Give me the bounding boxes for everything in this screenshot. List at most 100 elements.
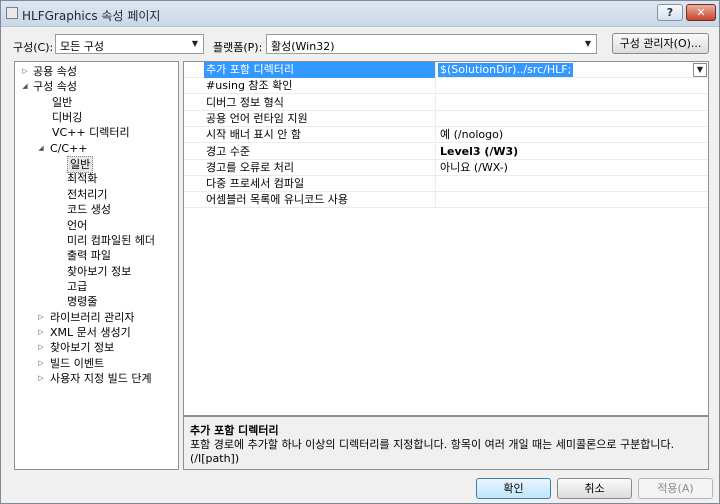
property-row[interactable]: 다중 프로세서 컴파일 (184, 176, 708, 193)
collapse-arrow-icon[interactable]: ◢ (21, 79, 29, 94)
title-bar[interactable]: HLFGraphics 속성 페이지 ? ✕ (1, 1, 719, 27)
tree-item[interactable]: 전처리기 (15, 187, 175, 202)
config-label: 구성(C): (13, 41, 54, 54)
tree-item-label: 전처리기 (67, 187, 108, 201)
tree-item-label: 명령줄 (67, 295, 98, 309)
property-name: 시작 배너 표시 안 함 (204, 127, 436, 144)
property-value (436, 95, 692, 111)
property-row[interactable]: 디버그 정보 형식 (184, 94, 708, 111)
property-value (436, 78, 692, 94)
property-row[interactable]: 추가 포함 디렉터리 $(SolutionDir)../src/HLF; ▼ (184, 62, 708, 78)
property-value (436, 192, 692, 208)
property-row[interactable]: #using 참조 확인 (184, 78, 708, 95)
tree-item-label: 언어 (67, 218, 88, 232)
property-row[interactable]: 시작 배너 표시 안 함 예 (/nologo) (184, 127, 708, 144)
tree-item[interactable]: VC++ 디렉터리 (15, 125, 175, 140)
property-value: 아니요 (/WX-) (440, 160, 508, 174)
tree-item-label: 코드 생성 (67, 203, 111, 217)
description-panel: 추가 포함 디렉터리 포함 경로에 추가할 하나 이상의 디렉터리를 지정합니다… (183, 416, 709, 470)
description-title: 추가 포함 디렉터리 (190, 424, 279, 437)
tree-item[interactable]: ▷ 사용자 지정 빌드 단계 (15, 371, 175, 386)
tree-item[interactable]: ▷ 공용 속성 (15, 64, 175, 79)
expand-arrow-icon[interactable]: ▷ (37, 340, 45, 355)
window-title: HLFGraphics 속성 페이지 (22, 9, 161, 23)
property-grid[interactable]: 추가 포함 디렉터리 $(SolutionDir)../src/HLF; ▼ #usi… (183, 61, 709, 416)
tree-item-label: 최적화 (67, 172, 98, 186)
property-row[interactable]: 경고를 오류로 처리 아니요 (/WX-) (184, 159, 708, 176)
help-button[interactable]: ? (657, 4, 683, 21)
property-pages-dialog: HLFGraphics 속성 페이지 ? ✕ 구성(C): 모든 구성 ▼ 플랫… (0, 0, 720, 504)
property-name: 어셈블러 목록에 유니코드 사용 (204, 192, 436, 209)
tree-item[interactable]: 출력 파일 (15, 248, 175, 263)
property-tree[interactable]: ▷ 공용 속성 ◢ 구성 속성 일반 디버깅 VC++ 디렉터리 ◢ C/C++ 일반 최적화 전처리… (14, 61, 179, 470)
property-row[interactable]: 공용 언어 런타임 지원 (184, 110, 708, 127)
property-name: 경고를 오류로 처리 (204, 159, 436, 176)
property-value-input[interactable]: $(SolutionDir)../src/HLF; (438, 63, 574, 77)
tree-item-label: 찾아보기 정보 (67, 264, 132, 278)
property-row[interactable]: 경고 수준 Level3 (/W3) (184, 143, 708, 160)
description-text: 포함 경로에 추가할 하나 이상의 디렉터리를 지정합니다. 항목이 여러 개일… (190, 438, 675, 465)
platform-label: 플랫폼(P): (213, 41, 263, 54)
tree-item[interactable]: 최적화 (15, 171, 175, 186)
tree-item-label: 미리 컴파일된 헤더 (67, 233, 155, 247)
property-value (436, 176, 692, 192)
tree-item-label: 라이브러리 관리자 (50, 310, 135, 324)
property-value: Level3 (/W3) (440, 144, 519, 158)
tree-item-label: 디버깅 (52, 111, 83, 125)
expand-arrow-icon[interactable]: ▷ (37, 371, 45, 386)
tree-item[interactable]: 미리 컴파일된 헤더 (15, 233, 175, 248)
tree-item-label: 고급 (67, 279, 88, 293)
tree-item[interactable]: ▷ 찾아보기 정보 (15, 340, 175, 355)
chevron-down-icon: ▼ (191, 39, 199, 48)
tree-item-label: 일반 (52, 95, 73, 109)
config-dropdown[interactable]: 모든 구성 ▼ (55, 34, 204, 54)
expand-arrow-icon[interactable]: ▷ (37, 325, 45, 340)
chevron-down-icon[interactable]: ▼ (693, 63, 707, 77)
tree-item-label: 구성 속성 (33, 80, 77, 94)
tree-item[interactable]: ▷ XML 문서 생성기 (15, 325, 175, 340)
property-name: 공용 언어 런타임 지원 (204, 110, 436, 127)
config-manager-button[interactable]: 구성 관리자(O)... (612, 33, 709, 54)
tree-item[interactable]: ◢ 구성 속성 (15, 79, 175, 94)
cancel-button[interactable]: 취소 (557, 478, 632, 499)
property-value (436, 111, 692, 127)
property-name: 다중 프로세서 컴파일 (204, 176, 436, 193)
platform-dropdown[interactable]: 활성(Win32) ▼ (266, 34, 597, 54)
tree-item[interactable]: 언어 (15, 218, 175, 233)
platform-dropdown-value: 활성(Win32) (271, 40, 335, 53)
property-name: 추가 포함 디렉터리 (204, 62, 436, 78)
tree-item[interactable]: 명령줄 (15, 294, 175, 309)
tree-item-label: XML 문서 생성기 (50, 325, 131, 339)
tree-item[interactable]: ▷ 빌드 이벤트 (15, 356, 175, 371)
tree-item-label: 출력 파일 (67, 249, 111, 263)
tree-item[interactable]: ◢ C/C++ (15, 141, 175, 156)
tree-item[interactable]: 디버깅 (15, 110, 175, 125)
close-button[interactable]: ✕ (686, 4, 716, 21)
property-value: 예 (/nologo) (440, 128, 504, 142)
tree-item[interactable]: 찾아보기 정보 (15, 264, 175, 279)
tree-item-label: 빌드 이벤트 (50, 356, 105, 370)
ok-button[interactable]: 확인 (476, 478, 551, 499)
expand-arrow-icon[interactable]: ▷ (37, 356, 45, 371)
config-dropdown-value: 모든 구성 (60, 40, 104, 53)
tree-item-label: VC++ 디렉터리 (52, 126, 130, 140)
tree-item-label: 사용자 지정 빌드 단계 (50, 372, 152, 385)
property-name: #using 참조 확인 (204, 78, 436, 95)
property-name: 경고 수준 (204, 143, 436, 160)
tree-item-label: C/C++ (50, 141, 88, 155)
apply-button[interactable]: 적용(A) (638, 478, 713, 499)
tree-item-label: 공용 속성 (33, 65, 77, 78)
expand-arrow-icon[interactable]: ▷ (37, 310, 45, 325)
tree-item-label: 찾아보기 정보 (50, 341, 115, 355)
property-name: 디버그 정보 형식 (204, 94, 436, 111)
expand-arrow-icon[interactable]: ▷ (21, 64, 29, 79)
chevron-down-icon: ▼ (584, 39, 592, 48)
tree-item[interactable]: 일반 (15, 95, 175, 110)
collapse-arrow-icon[interactable]: ◢ (37, 141, 45, 156)
property-row[interactable]: 어셈블러 목록에 유니코드 사용 (184, 192, 708, 209)
tree-item[interactable]: ▷ 라이브러리 관리자 (15, 310, 175, 325)
window-icon (6, 7, 18, 19)
tree-item[interactable]: 고급 (15, 279, 175, 294)
tree-item[interactable]: 일반 (15, 156, 175, 174)
tree-item[interactable]: 코드 생성 (15, 202, 175, 217)
